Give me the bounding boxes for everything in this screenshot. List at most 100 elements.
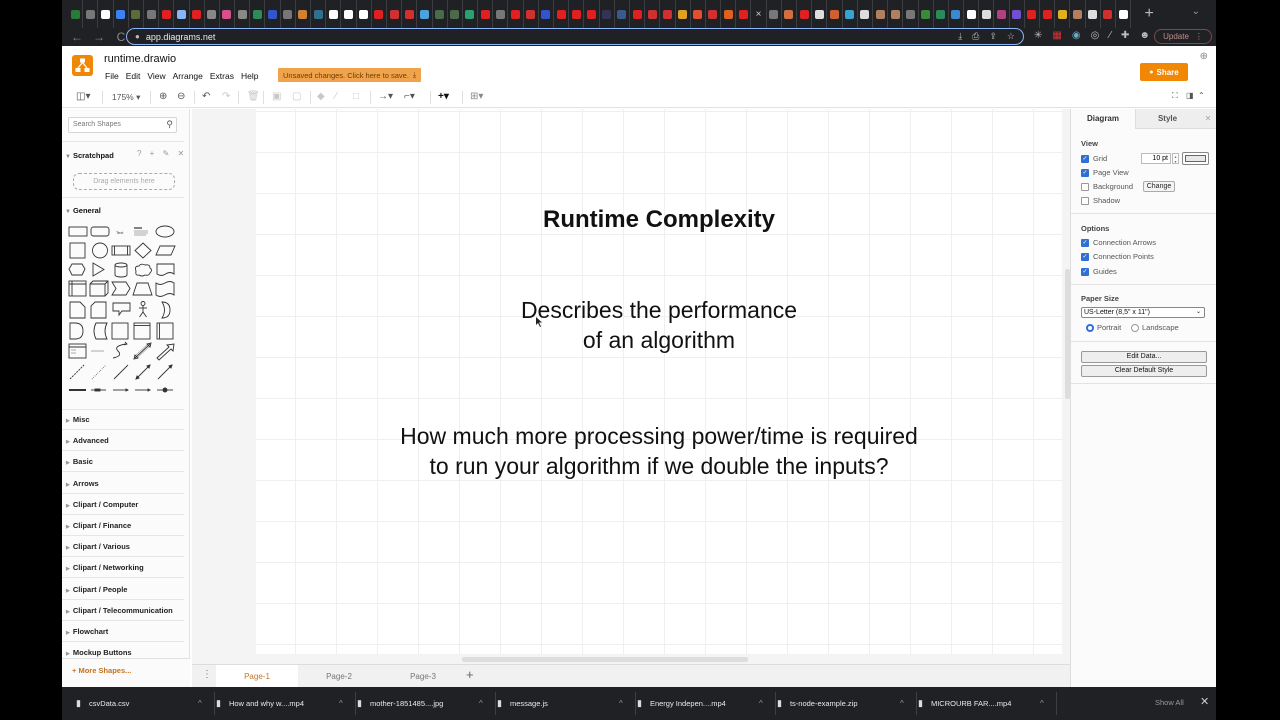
page-tab-1[interactable]: Page-1 [216, 665, 298, 688]
close-panel-icon[interactable]: ✕ [1199, 109, 1216, 129]
tab-diagram[interactable]: Diagram [1071, 109, 1135, 129]
browser-tab[interactable] [539, 0, 554, 28]
browser-tab[interactable] [174, 0, 190, 28]
page-tab-3[interactable]: Page-3 [382, 665, 464, 688]
browser-tab[interactable] [463, 0, 479, 28]
browser-tab[interactable] [1025, 0, 1040, 28]
browser-tab[interactable] [934, 0, 949, 28]
page-view-checkbox[interactable]: ✓ Page View [1081, 168, 1129, 177]
menu-help[interactable]: Help [241, 71, 258, 81]
shape-cylinder[interactable] [114, 262, 128, 278]
browser-tab[interactable] [417, 0, 433, 28]
sidebar-category-clipart-networking[interactable]: ▶ Clipart / Networking [66, 563, 144, 572]
browser-tab[interactable] [994, 0, 1010, 28]
sidebar-category-clipart-telecommunication[interactable]: ▶ Clipart / Telecommunication [66, 606, 173, 615]
browser-tab[interactable] [433, 0, 448, 28]
diagram-canvas[interactable]: Runtime Complexity Describes the perform… [192, 109, 1070, 664]
shadow-icon[interactable]: □ [353, 91, 359, 102]
scratchpad-header[interactable]: ▼ Scratchpad [65, 151, 114, 160]
page-tab-2[interactable]: Page-2 [298, 665, 380, 688]
fullscreen-icon[interactable]: ⛶ [1172, 91, 1178, 101]
description-text-cell[interactable]: Describes the performance of an algorith… [416, 295, 902, 355]
browser-tab[interactable] [691, 0, 706, 28]
browser-tab[interactable] [767, 0, 782, 28]
download-item[interactable]: ▮ csvData.csv ^ [76, 687, 212, 720]
browser-tab[interactable] [812, 0, 828, 28]
sidebar-category-basic[interactable]: ▶ Basic [66, 457, 93, 466]
insert-plus-icon[interactable]: +▾ [438, 91, 449, 102]
clear-default-style-button[interactable]: Clear Default Style [1081, 365, 1207, 377]
browser-tab[interactable] [68, 0, 84, 28]
horizontal-scrollbar[interactable] [462, 657, 748, 662]
browser-tab[interactable] [736, 0, 752, 28]
extension-icon[interactable]: ◉ [1072, 30, 1081, 41]
browser-tab[interactable] [584, 0, 600, 28]
shape-cloud[interactable] [134, 263, 152, 277]
shape-parallelogram[interactable] [155, 245, 176, 256]
language-globe-icon[interactable]: ⊕ [1200, 51, 1208, 62]
browser-tab[interactable] [903, 0, 919, 28]
browser-tab[interactable] [341, 0, 357, 28]
browser-tab[interactable] [144, 0, 160, 28]
browser-tab[interactable] [1070, 0, 1086, 28]
zoom-out-icon[interactable]: ⊖ [177, 91, 185, 102]
browser-tab[interactable] [797, 0, 813, 28]
download-item[interactable]: ▮ How and why w....mp4 ^ [216, 687, 353, 720]
close-tab-icon[interactable]: × [751, 0, 767, 28]
download-options-chevron-icon[interactable]: ^ [479, 699, 483, 708]
browser-tab[interactable] [1086, 0, 1101, 28]
browser-tab[interactable] [1010, 0, 1025, 28]
browser-tab[interactable] [782, 0, 797, 28]
shape-list[interactable] [68, 343, 87, 359]
shape-internal-storage[interactable] [68, 280, 87, 297]
browser-tab[interactable] [493, 0, 509, 28]
delete-icon[interactable]: 🗑 [247, 91, 260, 102]
shape-ellipse[interactable] [155, 225, 175, 238]
browser-tab[interactable] [888, 0, 904, 28]
sidebar-category-flowchart[interactable]: ▶ Flowchart [66, 627, 108, 636]
browser-tab[interactable] [220, 0, 236, 28]
shape-bidirectional-connector[interactable] [135, 364, 151, 380]
browser-tab[interactable] [159, 0, 175, 28]
browser-tab[interactable] [660, 0, 676, 28]
browser-tab[interactable] [645, 0, 661, 28]
browser-tab[interactable] [508, 0, 524, 28]
format-panel-toggle-icon[interactable]: ◫▾ [76, 91, 90, 102]
connection-style-icon[interactable]: →▾ [378, 91, 393, 102]
sidebar-category-arrows[interactable]: ▶ Arrows [66, 479, 99, 488]
sidebar-category-clipart-people[interactable]: ▶ Clipart / People [66, 585, 127, 594]
shape-dashed-line[interactable] [69, 364, 85, 380]
browser-tab[interactable] [979, 0, 995, 28]
shape-container[interactable] [111, 322, 129, 340]
update-button[interactable]: Update ⋮ [1154, 29, 1212, 44]
shape-cube[interactable] [89, 280, 109, 297]
tab-style[interactable]: Style [1135, 109, 1199, 129]
sidebar-category-clipart-finance[interactable]: ▶ Clipart / Finance [66, 521, 131, 530]
shape-step[interactable] [111, 281, 131, 296]
share-page-icon[interactable]: ⇪ [989, 31, 997, 42]
download-options-chevron-icon[interactable]: ^ [619, 699, 623, 708]
download-options-chevron-icon[interactable]: ^ [339, 699, 343, 708]
download-item[interactable]: ▮ Energy Indepen....mp4 ^ [637, 687, 773, 720]
shape-container-titled[interactable] [133, 322, 151, 340]
menu-edit[interactable]: Edit [126, 71, 141, 81]
shape-process[interactable] [111, 245, 131, 256]
extension-icon[interactable]: ▦ [1052, 30, 1061, 41]
tab-search-icon[interactable]: ⌄ [1192, 6, 1200, 17]
browser-tab[interactable] [615, 0, 630, 28]
to-back-icon[interactable]: ▢ [292, 91, 301, 102]
redo-icon[interactable]: ↷ [222, 91, 230, 102]
edit-data-button[interactable]: Edit Data... [1081, 351, 1207, 363]
menu-extras[interactable]: Extras [210, 71, 234, 81]
download-item[interactable]: ▮ MICROURB FAR....mp4 ^ [918, 687, 1054, 720]
extension-icon[interactable]: ⁄ [1109, 30, 1111, 41]
browser-tab[interactable] [190, 0, 205, 28]
browser-tab[interactable] [402, 0, 418, 28]
puzzle-extensions-icon[interactable]: ✚ [1121, 30, 1129, 41]
grid-color-swatch[interactable] [1182, 152, 1209, 165]
collapse-toolbar-icon[interactable]: ⌃ [1198, 91, 1205, 100]
shape-callout[interactable] [112, 302, 131, 317]
title-text-cell[interactable]: Runtime Complexity [474, 206, 844, 234]
browser-tab[interactable] [114, 0, 129, 28]
shape-trapezoid[interactable] [132, 282, 153, 296]
